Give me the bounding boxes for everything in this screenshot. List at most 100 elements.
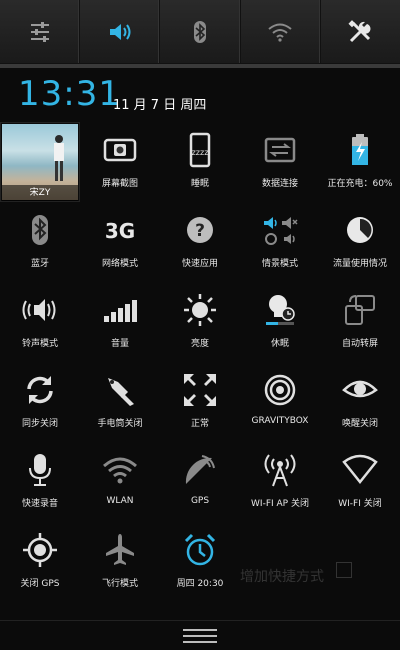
tile-quick-record[interactable]: 快速录音 xyxy=(0,442,80,522)
data-usage-icon xyxy=(347,217,373,243)
tile-flashlight[interactable]: 手电筒关闭 xyxy=(80,362,160,442)
tile-wakeup[interactable]: 唤醒关闭 xyxy=(320,362,400,442)
tile-label: GPS xyxy=(190,496,210,506)
network-mode-icon: 3G xyxy=(105,219,135,243)
gps-locate-icon xyxy=(23,533,57,567)
tile-wlan[interactable]: WLAN xyxy=(80,442,160,522)
tile-label: 睡眠 xyxy=(190,179,209,189)
bluetooth-toggle[interactable] xyxy=(160,0,241,63)
alarm-icon xyxy=(184,533,216,566)
tile-label: 亮度 xyxy=(190,339,209,349)
user-profile-tile[interactable]: 宋ZY xyxy=(0,122,80,202)
tile-label: 手电筒关闭 xyxy=(97,419,143,429)
tile-expand[interactable]: 正常 xyxy=(160,362,240,442)
wifi-icon xyxy=(268,23,292,42)
tile-data-connection[interactable]: 数据连接 xyxy=(240,122,320,202)
tile-label: 音量 xyxy=(110,339,129,349)
tile-label: 流量使用情况 xyxy=(332,259,387,269)
clock-date[interactable]: 11 月 7 日 周四 xyxy=(113,94,206,113)
bluetooth-icon xyxy=(194,20,206,43)
tile-label: 正在充电：60% xyxy=(327,179,393,189)
tile-sleep[interactable]: zzzz 睡眠 xyxy=(160,122,240,202)
tile-label: 快速应用 xyxy=(181,259,218,269)
tools-icon xyxy=(348,19,371,42)
expand-icon xyxy=(184,374,216,406)
tile-wifi-ap[interactable]: WI-FI AP 关闭 xyxy=(240,442,320,522)
airplane-icon xyxy=(106,534,134,565)
tile-gps-off[interactable]: 关闭 GPS xyxy=(0,522,80,602)
tile-label: 休眠 xyxy=(270,339,289,349)
tile-gps[interactable]: GPS xyxy=(160,442,240,522)
tile-label: 关闭 GPS xyxy=(20,579,60,589)
settings-sliders-icon xyxy=(30,21,49,42)
tile-alarm[interactable]: 周四 20:30 xyxy=(160,522,240,602)
tile-gravitybox[interactable]: GRAVITYBOX xyxy=(240,362,320,442)
ghost-checkbox xyxy=(336,562,352,578)
tile-airplane-mode[interactable]: 飞行模式 xyxy=(80,522,160,602)
clock-time[interactable]: 13:31 xyxy=(18,74,121,114)
brightness-icon xyxy=(184,294,216,326)
tile-label: 飞行模式 xyxy=(101,579,138,589)
wlan-icon xyxy=(103,457,137,484)
data-connection-icon xyxy=(264,137,296,163)
tile-screenshot[interactable]: 屏幕截图 xyxy=(80,122,160,202)
tile-label: WI-FI 关闭 xyxy=(338,499,382,509)
tile-wifi-off[interactable]: WI-FI 关闭 xyxy=(320,442,400,522)
network-mode-glyph: 3G xyxy=(105,219,135,243)
flashlight-icon xyxy=(108,378,134,406)
volume-icon xyxy=(109,23,131,40)
tile-label: GRAVITYBOX xyxy=(251,416,309,426)
bluetooth-icon xyxy=(32,215,48,245)
tile-label: 网络模式 xyxy=(101,259,138,269)
tools-toggle[interactable] xyxy=(321,0,400,63)
tile-label: 屏幕截图 xyxy=(101,179,138,189)
tile-auto-rotate[interactable]: 自动转屏 xyxy=(320,282,400,362)
tile-label: WI-FI AP 关闭 xyxy=(251,499,309,509)
tile-label: 正常 xyxy=(190,419,209,429)
tile-label: 自动转屏 xyxy=(341,339,378,349)
settings-toggle[interactable] xyxy=(0,0,81,63)
microphone-icon xyxy=(29,454,51,486)
tile-quick-app[interactable]: ? 快速应用 xyxy=(160,202,240,282)
svg-text:?: ? xyxy=(195,221,205,241)
tile-label: 情景模式 xyxy=(261,259,298,269)
user-name: 宋ZY xyxy=(2,185,78,201)
wifi-toggle[interactable] xyxy=(241,0,321,63)
tile-label: 铃声模式 xyxy=(21,339,58,349)
gps-satellite-icon xyxy=(185,455,215,484)
eye-icon xyxy=(342,380,378,398)
volume-bars-icon xyxy=(104,300,137,322)
auto-rotate-icon xyxy=(345,295,375,325)
sync-icon xyxy=(27,376,53,404)
profile-mode-icon xyxy=(264,217,298,245)
screen-timeout-icon xyxy=(266,295,295,325)
panel-bottom-bar xyxy=(0,620,400,650)
tile-ringer-mode[interactable]: 铃声模式 xyxy=(0,282,80,362)
tile-screen-timeout[interactable]: 休眠 xyxy=(240,282,320,362)
drag-handle-icon[interactable] xyxy=(183,628,217,643)
tile-label: 蓝牙 xyxy=(30,259,49,269)
tile-label: 周四 20:30 xyxy=(176,579,224,589)
wifi-ap-icon xyxy=(264,454,296,487)
tile-bluetooth[interactable]: 蓝牙 xyxy=(0,202,80,282)
volume-toggle[interactable] xyxy=(80,0,161,63)
tile-label: WLAN xyxy=(106,496,134,506)
tile-sync[interactable]: 同步关闭 xyxy=(0,362,80,442)
tile-label: 数据连接 xyxy=(261,179,298,189)
tile-data-usage[interactable]: 流量使用情况 xyxy=(320,202,400,282)
quick-toggle-bar xyxy=(0,0,400,64)
tile-network-mode[interactable]: 3G 网络模式 xyxy=(80,202,160,282)
tile-volume[interactable]: 音量 xyxy=(80,282,160,362)
tile-battery[interactable]: 正在充电：60% xyxy=(320,122,400,202)
battery-charging-icon xyxy=(352,134,368,165)
quick-app-icon: ? xyxy=(187,217,213,243)
clock-header: 13:31 11 月 7 日 周四 xyxy=(0,68,400,122)
tile-label: 唤醒关闭 xyxy=(341,419,378,429)
tile-label: 同步关闭 xyxy=(21,419,58,429)
add-shortcut-ghost-text: 增加快捷方式 xyxy=(240,569,324,585)
tile-brightness[interactable]: 亮度 xyxy=(160,282,240,362)
tile-profile-mode[interactable]: 情景模式 xyxy=(240,202,320,282)
tile-label: 快速录音 xyxy=(21,499,58,509)
wifi-off-icon xyxy=(342,454,378,485)
screenshot-icon xyxy=(103,138,137,162)
